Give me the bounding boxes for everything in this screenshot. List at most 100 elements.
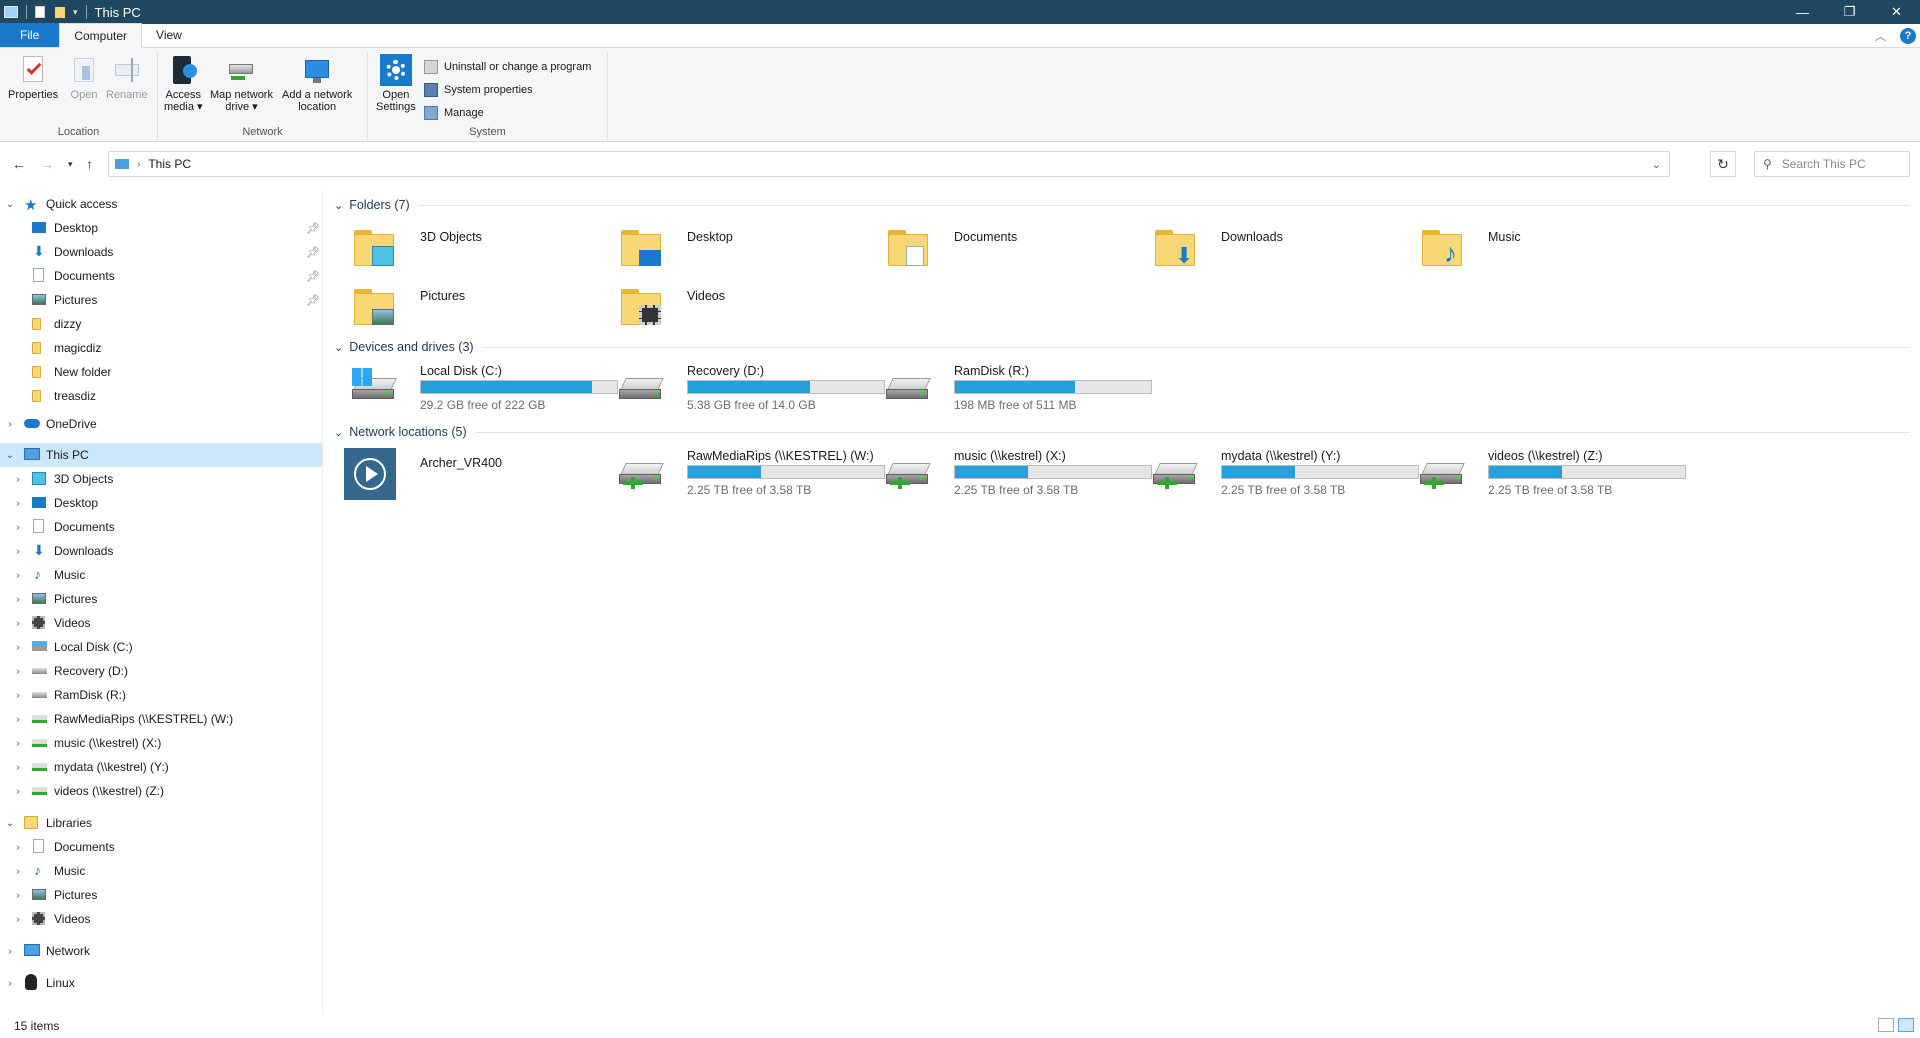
open-button[interactable]: Open <box>68 54 100 101</box>
nav-pc-pictures[interactable]: › Pictures <box>0 587 322 611</box>
folder-downloads[interactable]: ⬇ Downloads <box>1151 224 1391 278</box>
folder-pictures[interactable]: Pictures <box>350 283 590 337</box>
chevron-right-icon[interactable]: › <box>4 946 16 957</box>
nav-qa-documents[interactable]: Documents 📌︎ <box>0 264 322 288</box>
breadcrumb[interactable]: This PC <box>148 157 191 171</box>
network-drive-x[interactable]: music (\\kestrel) (X:) 2.25 TB free of 3… <box>884 447 1154 501</box>
chevron-right-icon[interactable]: › <box>12 690 24 701</box>
nav-quick-access[interactable]: ⌄ ★ Quick access <box>0 192 322 216</box>
drives-section-header[interactable]: ⌄ Devices and drives (3) <box>330 337 1910 357</box>
pin-icon[interactable]: 📌︎ <box>306 294 320 307</box>
app-icon[interactable] <box>4 6 18 18</box>
network-drive-y[interactable]: mydata (\\kestrel) (Y:) 2.25 TB free of … <box>1151 447 1421 501</box>
nav-qa-desktop[interactable]: Desktop 📌︎ <box>0 216 322 240</box>
chevron-right-icon[interactable]: › <box>12 786 24 797</box>
nav-onedrive[interactable]: › OneDrive <box>0 412 322 436</box>
nav-libraries[interactable]: ⌄ Libraries <box>0 811 322 835</box>
chevron-right-icon[interactable]: › <box>12 890 24 901</box>
up-arrow-icon[interactable]: ↑ <box>86 156 93 172</box>
chevron-right-icon[interactable]: › <box>12 642 24 653</box>
properties-quick-icon[interactable] <box>35 6 45 18</box>
nav-qa-treasdiz[interactable]: treasdiz <box>0 384 322 408</box>
folder-documents[interactable]: Documents <box>884 224 1124 278</box>
tab-computer[interactable]: Computer <box>59 23 143 48</box>
large-icons-view-icon[interactable] <box>1898 1018 1914 1032</box>
nav-pc-mydata-drive[interactable]: › mydata (\\kestrel) (Y:) <box>0 755 322 779</box>
minimize-button[interactable]: — <box>1779 0 1826 24</box>
details-view-icon[interactable] <box>1878 1018 1894 1032</box>
chevron-right-icon[interactable]: › <box>12 842 24 853</box>
chevron-right-icon[interactable]: › <box>12 546 24 557</box>
search-input[interactable]: Search This PC <box>1782 157 1866 171</box>
add-network-location-button[interactable]: Add a network location <box>282 54 352 113</box>
chevron-right-icon[interactable]: › <box>12 498 24 509</box>
nav-pc-music-drive[interactable]: › music (\\kestrel) (X:) <box>0 731 322 755</box>
forward-arrow-icon[interactable]: → <box>40 156 54 172</box>
network-drive-w[interactable]: RawMediaRips (\\KESTREL) (W:) 2.25 TB fr… <box>617 447 887 501</box>
access-media-button[interactable]: Access media ▾ <box>164 54 203 113</box>
minimize-ribbon-icon[interactable]: ︿ <box>1875 28 1886 44</box>
nav-pc-music[interactable]: › ♪ Music <box>0 563 322 587</box>
nav-pc-ramdisk[interactable]: › RamDisk (R:) <box>0 683 322 707</box>
pin-icon[interactable]: 📌︎ <box>306 246 320 259</box>
back-arrow-icon[interactable]: ← <box>12 156 26 172</box>
drive-local-disk-c[interactable]: Local Disk (C:) 29.2 GB free of 222 GB <box>350 362 620 416</box>
network-section-header[interactable]: ⌄ Network locations (5) <box>330 422 1910 442</box>
pin-icon[interactable]: 📌︎ <box>306 222 320 235</box>
nav-lib-documents[interactable]: › Documents <box>0 835 322 859</box>
chevron-right-icon[interactable]: › <box>12 522 24 533</box>
nav-qa-magicdiz[interactable]: magicdiz <box>0 336 322 360</box>
network-drive-z[interactable]: videos (\\kestrel) (Z:) 2.25 TB free of … <box>1418 447 1688 501</box>
chevron-down-icon[interactable]: ⌄ <box>4 818 16 829</box>
nav-qa-pictures[interactable]: Pictures 📌︎ <box>0 288 322 312</box>
address-dropdown-icon[interactable]: ⌄ <box>1652 158 1661 171</box>
nav-lib-videos[interactable]: › Videos <box>0 907 322 931</box>
network-media-archer[interactable]: Archer_VR400 <box>344 448 584 502</box>
chevron-right-icon[interactable]: › <box>12 474 24 485</box>
nav-qa-downloads[interactable]: ⬇ Downloads 📌︎ <box>0 240 322 264</box>
chevron-right-icon[interactable]: › <box>12 570 24 581</box>
address-bar[interactable]: › This PC ⌄ <box>108 151 1670 177</box>
chevron-right-icon[interactable]: › <box>12 594 24 605</box>
nav-pc-videos-drive[interactable]: › videos (\\kestrel) (Z:) <box>0 779 322 803</box>
rename-button[interactable]: Rename <box>106 54 148 101</box>
pin-icon[interactable]: 📌︎ <box>306 270 320 283</box>
search-box[interactable]: ⚲ Search This PC <box>1754 151 1910 177</box>
nav-network[interactable]: › Network <box>0 939 322 963</box>
drive-recovery-d[interactable]: Recovery (D:) 5.38 GB free of 14.0 GB <box>617 362 887 416</box>
open-settings-button[interactable]: Open Settings <box>376 54 416 113</box>
chevron-right-icon[interactable]: › <box>12 666 24 677</box>
nav-pc-downloads[interactable]: › ⬇ Downloads <box>0 539 322 563</box>
nav-pc-rawmediarips[interactable]: › RawMediaRips (\\KESTREL) (W:) <box>0 707 322 731</box>
system-properties-button[interactable]: System properties <box>424 81 533 99</box>
nav-this-pc[interactable]: ⌄ This PC <box>0 443 322 467</box>
folder-desktop[interactable]: Desktop <box>617 224 857 278</box>
chevron-right-icon[interactable]: › <box>12 762 24 773</box>
chevron-right-icon[interactable]: › <box>4 419 16 430</box>
nav-pc-3d-objects[interactable]: › 3D Objects <box>0 467 322 491</box>
nav-pc-videos[interactable]: › Videos <box>0 611 322 635</box>
chevron-right-icon[interactable]: › <box>4 978 16 989</box>
nav-pc-documents[interactable]: › Documents <box>0 515 322 539</box>
uninstall-program-button[interactable]: Uninstall or change a program <box>424 58 591 76</box>
nav-pc-desktop[interactable]: › Desktop <box>0 491 322 515</box>
folders-section-header[interactable]: ⌄ Folders (7) <box>330 195 1910 215</box>
folder-videos[interactable]: Videos <box>617 283 857 337</box>
nav-qa-new-folder[interactable]: New folder <box>0 360 322 384</box>
refresh-icon[interactable]: ↻ <box>1710 151 1736 177</box>
recent-locations-icon[interactable]: ▾ <box>68 159 73 170</box>
chevron-right-icon[interactable]: › <box>12 714 24 725</box>
chevron-down-icon[interactable]: ⌄ <box>4 450 16 461</box>
nav-lib-pictures[interactable]: › Pictures <box>0 883 322 907</box>
nav-linux[interactable]: › Linux <box>0 971 322 995</box>
nav-qa-dizzy[interactable]: dizzy <box>0 312 322 336</box>
close-button[interactable]: ✕ <box>1873 0 1920 24</box>
chevron-down-icon[interactable]: ⌄ <box>334 426 343 439</box>
chevron-down-icon[interactable]: ⌄ <box>4 199 16 210</box>
manage-button[interactable]: Manage <box>424 104 484 122</box>
maximize-button[interactable]: ❐ <box>1826 0 1873 24</box>
nav-pc-recovery[interactable]: › Recovery (D:) <box>0 659 322 683</box>
drive-ramdisk-r[interactable]: RamDisk (R:) 198 MB free of 511 MB <box>884 362 1154 416</box>
folder-3d-objects[interactable]: 3D Objects <box>350 224 590 278</box>
breadcrumb-separator-icon[interactable]: › <box>137 159 140 170</box>
